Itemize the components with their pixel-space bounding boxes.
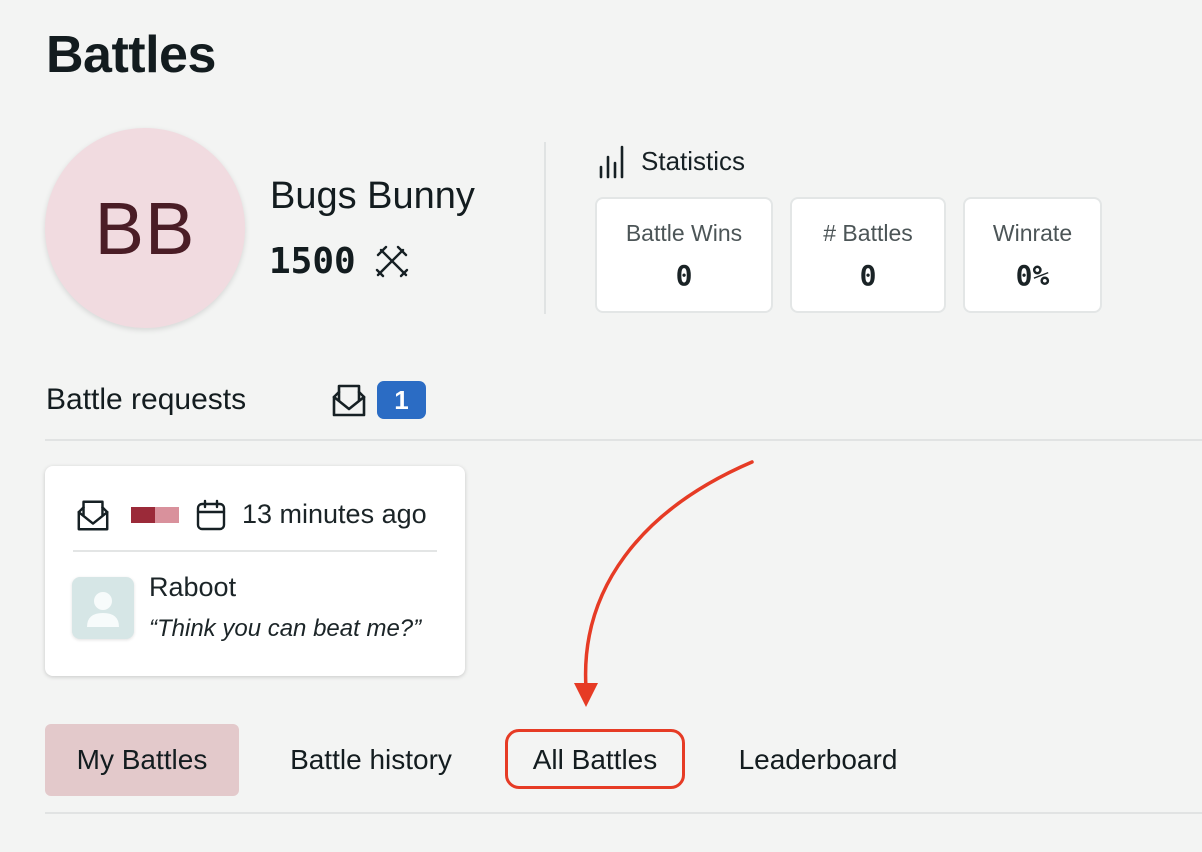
crossed-swords-icon — [372, 241, 412, 281]
stat-value: 0 — [675, 259, 693, 292]
tab-my-battles[interactable]: My Battles — [45, 724, 239, 796]
statistics-title: Statistics — [641, 145, 746, 176]
stat-card-battles: # Battles 0 — [790, 197, 946, 313]
calendar-icon — [196, 499, 226, 531]
user-name: Bugs Bunny — [270, 175, 475, 217]
stat-label: # Battles — [823, 220, 913, 246]
team-color-secondary — [155, 507, 179, 523]
request-message: “Think you can beat me?” — [149, 615, 422, 642]
request-time: 13 minutes ago — [242, 499, 427, 529]
requests-count-badge: 1 — [377, 381, 426, 419]
stat-value: 0 — [859, 259, 877, 292]
tab-leaderboard[interactable]: Leaderboard — [712, 724, 924, 796]
rating: 1500 — [269, 236, 412, 286]
bar-chart-icon — [597, 143, 629, 179]
battle-requests-title: Battle requests — [46, 383, 247, 416]
mail-open-icon — [330, 381, 368, 419]
statistics-header: Statistics — [597, 142, 745, 180]
avatar: BB — [45, 128, 245, 328]
stat-card-battle-wins: Battle Wins 0 — [595, 197, 773, 313]
stat-label: Battle Wins — [625, 220, 743, 246]
rating-value: 1500 — [269, 240, 356, 282]
card-divider — [73, 550, 437, 552]
section-divider — [45, 439, 1202, 441]
tabs-divider — [45, 812, 1202, 814]
profile-divider — [544, 142, 546, 314]
tab-battle-history[interactable]: Battle history — [262, 724, 480, 796]
stat-value: 0% — [1015, 259, 1050, 292]
opponent-name: Raboot — [149, 572, 237, 602]
mail-open-icon — [75, 497, 111, 533]
stat-label: Winrate — [992, 220, 1073, 246]
team-color-primary — [131, 507, 155, 523]
tab-all-battles[interactable]: All Battles — [508, 724, 682, 796]
page-title: Battles — [46, 26, 216, 84]
opponent-avatar — [72, 577, 134, 639]
stat-card-winrate: Winrate 0% — [963, 197, 1102, 313]
battle-request-card[interactable]: 13 minutes ago Raboot “Think you can bea… — [45, 466, 465, 676]
